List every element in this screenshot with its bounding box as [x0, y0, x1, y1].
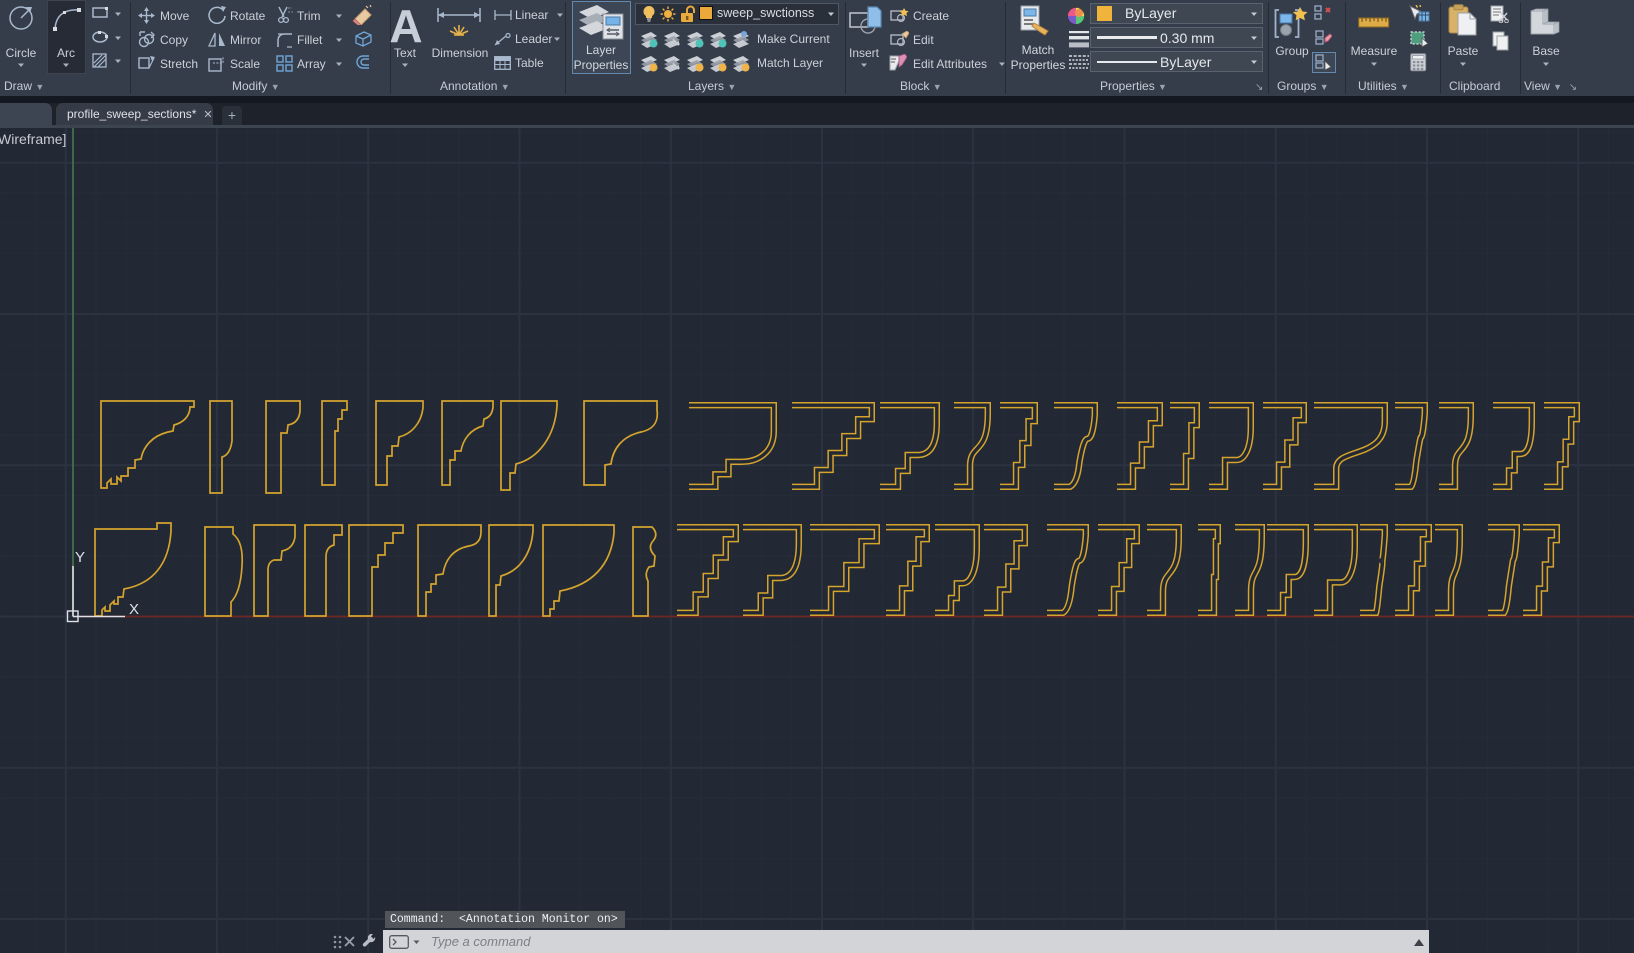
svg-text:Y: Y [75, 549, 85, 566]
svg-text:X: X [129, 601, 139, 618]
